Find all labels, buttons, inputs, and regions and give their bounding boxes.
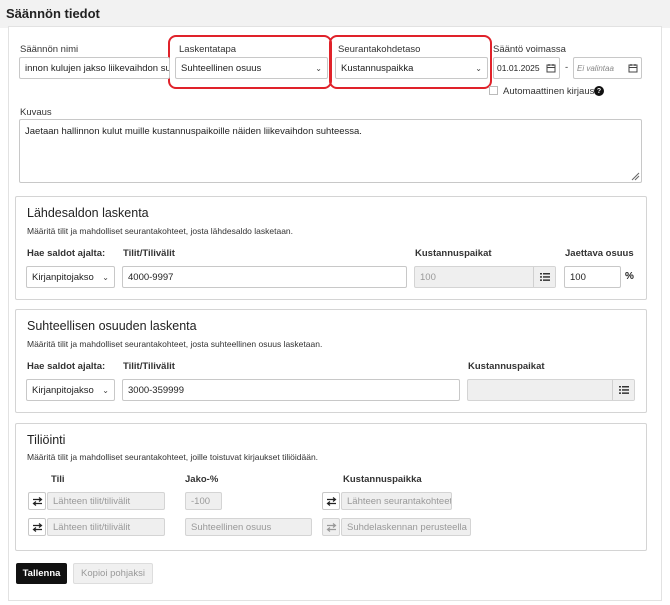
posting-row2-cost-value: Suhdelaskennan perusteella: [347, 521, 467, 533]
rule-name-input[interactable]: innon kulujen jakso liikevaihdon suh: [19, 57, 170, 79]
swap-icon[interactable]: [28, 518, 46, 536]
relative-accounts-label: Tilit/Tilivälit: [123, 361, 175, 372]
source-cost-input[interactable]: 100: [414, 266, 556, 288]
source-accounts-value: 4000-9997: [128, 271, 174, 283]
source-share-input[interactable]: 100: [564, 266, 621, 288]
posting-section-title: Tiliöinti: [27, 433, 66, 447]
relative-section-desc: Määritä tilit ja mahdolliset seurantakoh…: [27, 339, 323, 349]
help-icon[interactable]: ?: [594, 86, 604, 96]
swap-icon[interactable]: [322, 492, 340, 510]
relative-accounts-value: 3000-359999: [128, 384, 184, 396]
rule-name-value: innon kulujen jakso liikevaihdon suh: [25, 62, 170, 74]
auto-posting-checkbox[interactable]: [489, 86, 498, 95]
auto-posting-label: Automaattinen kirjaus: [503, 86, 595, 97]
save-button[interactable]: Tallenna: [16, 563, 67, 584]
tracking-level-select[interactable]: Kustannuspaikka ⌄: [335, 57, 488, 79]
resize-handle-icon[interactable]: [630, 171, 640, 181]
posting-row1-cost-value: Lähteen seurantakohteet: [347, 495, 452, 507]
chevron-down-icon: ⌄: [102, 272, 109, 282]
description-textarea[interactable]: Jaetaan hallinnon kulut muille kustannus…: [19, 119, 642, 183]
chevron-down-icon: ⌄: [102, 385, 109, 395]
chevron-down-icon: ⌄: [475, 63, 482, 73]
chevron-down-icon: ⌄: [315, 63, 322, 73]
date-separator: -: [565, 62, 569, 73]
validity-label: Sääntö voimassa: [493, 44, 566, 55]
valid-from-value: 01.01.2025: [497, 63, 540, 73]
posting-row2-share-value: Suhteellinen osuus: [191, 521, 272, 533]
posting-row1-share[interactable]: -100: [185, 492, 222, 510]
relative-cost-label: Kustannuspaikat: [468, 361, 545, 372]
posting-row1-account[interactable]: Lähteen tilit/tilivälit: [47, 492, 165, 510]
source-accounts-label: Tilit/Tilivälit: [123, 248, 175, 259]
swap-icon[interactable]: [322, 518, 340, 536]
relative-section-title: Suhteellisen osuuden laskenta: [27, 319, 197, 333]
page-title: Säännön tiedot: [6, 6, 100, 21]
source-cost-value: 100: [420, 271, 436, 283]
relative-fetch-value: Kirjanpitojakso: [32, 384, 94, 396]
description-label: Kuvaus: [20, 107, 52, 118]
posting-row1-account-value: Lähteen tilit/tilivälit: [53, 495, 131, 507]
swap-icon[interactable]: [28, 492, 46, 510]
valid-to-input[interactable]: Ei valintaa: [573, 57, 642, 79]
description-value: Jaetaan hallinnon kulut muille kustannus…: [25, 126, 362, 137]
valid-to-placeholder: Ei valintaa: [577, 63, 614, 73]
list-icon[interactable]: [612, 380, 634, 400]
rule-name-label: Säännön nimi: [20, 44, 79, 55]
calendar-icon[interactable]: [628, 63, 638, 73]
valid-from-input[interactable]: 01.01.2025: [493, 57, 560, 79]
relative-cost-input[interactable]: [467, 379, 635, 401]
source-cost-label: Kustannuspaikat: [415, 248, 492, 259]
posting-row1-share-value: -100: [191, 495, 211, 507]
source-fetch-value: Kirjanpitojakso: [32, 271, 94, 283]
relative-accounts-input[interactable]: 3000-359999: [122, 379, 460, 401]
copy-as-template-button[interactable]: Kopioi pohjaksi: [73, 563, 153, 584]
calendar-icon[interactable]: [546, 63, 556, 73]
source-section-desc: Määritä tilit ja mahdolliset seurantakoh…: [27, 226, 294, 236]
source-fetch-label: Hae saldot ajalta:: [27, 248, 106, 259]
posting-row2-cost[interactable]: Suhdelaskennan perusteella: [341, 518, 471, 536]
posting-row2-account[interactable]: Lähteen tilit/tilivälit: [47, 518, 165, 536]
posting-row2-share[interactable]: Suhteellinen osuus: [185, 518, 312, 536]
percent-sign: %: [625, 271, 634, 282]
source-share-value: 100: [570, 271, 586, 283]
posting-col-account: Tili: [51, 474, 65, 485]
relative-fetch-label: Hae saldot ajalta:: [27, 361, 106, 372]
tracking-level-value: Kustannuspaikka: [341, 62, 414, 74]
posting-col-cost: Kustannuspaikka: [343, 474, 422, 485]
header-band: [0, 0, 670, 28]
source-section-title: Lähdesaldon laskenta: [27, 206, 149, 220]
relative-fetch-select[interactable]: Kirjanpitojakso ⌄: [26, 379, 115, 401]
source-accounts-input[interactable]: 4000-9997: [122, 266, 407, 288]
posting-row2-account-value: Lähteen tilit/tilivälit: [53, 521, 131, 533]
calc-method-value: Suhteellinen osuus: [181, 62, 262, 74]
source-fetch-select[interactable]: Kirjanpitojakso ⌄: [26, 266, 115, 288]
posting-section-desc: Määritä tilit ja mahdolliset seurantakoh…: [27, 452, 319, 462]
source-share-label: Jaettava osuus: [565, 248, 634, 259]
posting-col-share: Jako-%: [185, 474, 219, 485]
posting-row1-cost[interactable]: Lähteen seurantakohteet: [341, 492, 452, 510]
calc-method-select[interactable]: Suhteellinen osuus ⌄: [175, 57, 328, 79]
list-icon[interactable]: [533, 267, 555, 287]
